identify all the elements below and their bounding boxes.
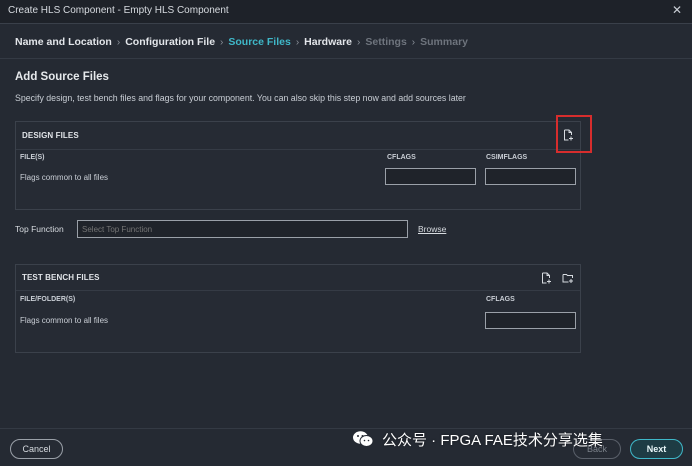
cancel-button[interactable]: Cancel xyxy=(10,439,63,459)
step-separator-icon: › xyxy=(220,36,224,48)
column-header-csimflags: CSIMFLAGS xyxy=(486,154,528,161)
title-bar: Create HLS Component - Empty HLS Compone… xyxy=(0,0,692,24)
page-title: Add Source Files xyxy=(15,71,109,83)
design-csimflags-input[interactable] xyxy=(485,168,576,185)
window-title: Create HLS Component - Empty HLS Compone… xyxy=(8,5,229,16)
wechat-icon xyxy=(353,431,374,447)
watermark-text: 公众号 · FPGA FAE技术分享选集 xyxy=(382,431,603,449)
top-function-label: Top Function xyxy=(15,224,64,234)
step-separator-icon: › xyxy=(411,36,416,48)
row-label-common-flags: Flags common to all files xyxy=(20,173,109,182)
test-bench-files-title: TEST BENCH FILES xyxy=(22,273,100,282)
step-separator-icon: › xyxy=(357,36,361,48)
watermark: 公众号 · FPGA FAE技术分享选集 xyxy=(352,427,603,451)
top-function-input[interactable] xyxy=(77,220,408,238)
column-header-cflags: CFLAGS xyxy=(387,154,416,161)
header-divider xyxy=(0,58,692,59)
step-separator-icon: › xyxy=(295,36,300,48)
highlight-box xyxy=(556,115,592,153)
step-hardware[interactable]: Hardware xyxy=(304,36,352,48)
column-header-cflags: CFLAGS xyxy=(486,296,515,303)
next-button[interactable]: Next xyxy=(630,439,683,459)
step-summary: Summary xyxy=(420,36,468,48)
step-settings: Settings xyxy=(365,36,407,48)
design-files-title: DESIGN FILES xyxy=(22,131,79,140)
step-configuration-file[interactable]: Configuration File xyxy=(125,36,215,48)
column-header-file-folders: FILE/FOLDER(S) xyxy=(20,296,76,303)
page-description: Specify design, test bench files and fla… xyxy=(15,93,466,103)
step-source-files[interactable]: Source Files xyxy=(228,36,290,48)
panel-divider xyxy=(16,149,580,150)
step-separator-icon: › xyxy=(116,36,121,48)
design-files-panel: DESIGN FILES FILE(S) CFLAGS CSIMFLAGS Fl… xyxy=(15,121,581,210)
add-file-icon[interactable] xyxy=(540,272,552,284)
design-cflags-input[interactable] xyxy=(385,168,476,185)
close-icon[interactable]: ✕ xyxy=(670,3,684,17)
testbench-cflags-input[interactable] xyxy=(485,312,576,329)
wizard-steps: Name and Location › Configuration File ›… xyxy=(15,35,468,49)
test-bench-files-panel: TEST BENCH FILES FILE/FOLDER(S) CFLAGS F… xyxy=(15,264,581,353)
add-folder-icon[interactable] xyxy=(562,272,574,284)
row-label-common-flags: Flags common to all files xyxy=(20,316,109,325)
panel-divider xyxy=(16,290,580,291)
step-name-and-location[interactable]: Name and Location xyxy=(15,36,112,48)
column-header-files: FILE(S) xyxy=(20,154,45,161)
browse-link[interactable]: Browse xyxy=(418,224,446,234)
